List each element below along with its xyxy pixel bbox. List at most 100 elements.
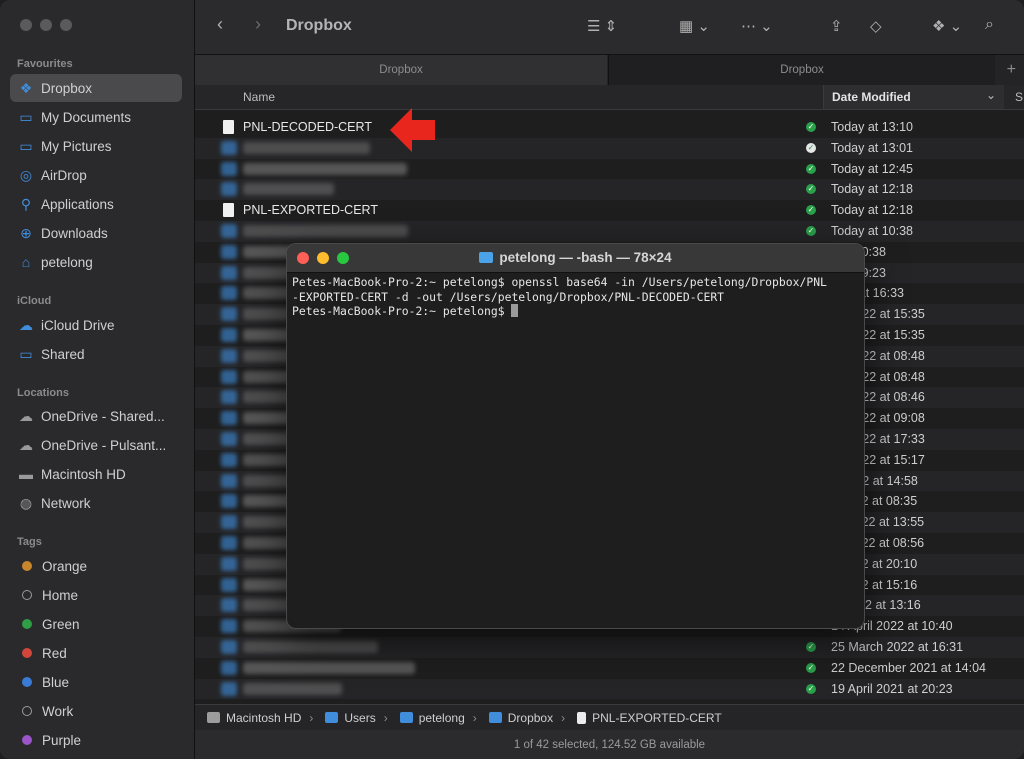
share-icon[interactable]: ⇪ [830,17,843,35]
blurred-file-name [243,162,407,175]
column-size-header[interactable]: S [1015,90,1023,104]
blurred-folder-icon [221,140,237,155]
sidebar-tag-red[interactable]: Red [10,639,182,667]
table-row[interactable]: ✓ 19 April 2021 at 20:23 [195,678,1024,700]
tab-dropbox-1[interactable]: Dropbox [195,55,607,85]
table-row[interactable]: ✓ Today at 13:01 [195,137,1024,159]
sidebar-item-my-documents[interactable]: ▭ My Documents [10,103,182,131]
sidebar-section-icloud: iCloud [17,295,52,307]
back-chevron-icon[interactable]: ‹ [217,14,223,35]
path-segment[interactable]: Users [325,710,376,725]
zoom-window-button[interactable] [60,19,72,31]
forward-chevron-icon[interactable]: › [255,14,261,35]
sidebar-item-icloud-drive[interactable]: ☁ iCloud Drive [10,311,182,339]
column-name-header[interactable]: Name [243,90,275,104]
search-icon[interactable]: ⌕ [985,16,994,34]
home-folder-icon [399,712,413,723]
sidebar-tag-work[interactable]: Work [10,697,182,725]
column-date-modified-header[interactable]: Date Modified ⌄ [823,85,1004,109]
sync-status-check-icon: ✓ [806,683,816,694]
sidebar-item-network[interactable]: ◍ Network [10,489,182,517]
tag-icon[interactable]: ◇ [870,17,882,35]
sync-status-check-icon: ✓ [806,662,816,673]
sidebar-item-shared[interactable]: ▭ Shared [10,340,182,368]
blurred-folder-icon [221,432,237,446]
sidebar-item-applications[interactable]: ⚲ Applications [10,190,182,218]
tab-bar: Dropbox Dropbox + [195,54,1024,86]
list-view-icon[interactable]: ☰ ⇕ [587,17,617,35]
minimize-window-button[interactable] [40,19,52,31]
sync-status-check-icon: ✓ [806,163,816,174]
terminal-output[interactable]: Petes-MacBook-Pro-2:~ petelong$ openssl … [292,275,860,319]
table-row[interactable]: ✓ 22 December 2021 at 14:04 [195,658,1024,679]
sidebar: Favourites ❖ Dropbox ▭ My Documents ▭ My… [0,0,195,759]
blurred-folder-icon [221,619,237,634]
sidebar-item-home[interactable]: ⌂ petelong [10,248,182,276]
sidebar-item-onedrive-pulsant[interactable]: ☁ OneDrive - Pulsant... [10,431,182,459]
document-icon [577,711,587,724]
sidebar-item-my-pictures[interactable]: ▭ My Pictures [10,132,182,160]
sidebar-section-favourites: Favourites [17,58,73,70]
terminal-line: Petes-MacBook-Pro-2:~ petelong$ openssl … [292,275,827,289]
blurred-folder-icon [221,515,237,530]
path-chevron-icon: › [561,710,566,725]
sidebar-tag-home[interactable]: Home [10,581,182,609]
terminal-line: -EXPORTED-CERT -d -out /Users/petelong/D… [292,289,725,304]
path-chevron-icon: › [383,710,388,725]
table-row[interactable]: PNL-EXPORTED-CERT ✓ Today at 12:18 [195,200,1024,221]
path-segment[interactable]: PNL-EXPORTED-CERT [577,711,722,725]
sidebar-item-label: Dropbox [41,80,93,96]
sidebar-item-label: Purple [42,732,82,748]
sidebar-item-airdrop[interactable]: ◎ AirDrop [10,161,182,189]
sidebar-item-label: Shared [41,346,85,362]
table-row[interactable]: ✓ 25 March 2022 at 16:31 [195,637,1024,658]
dropbox-menu-icon[interactable]: ❖ ⌄ [932,17,962,35]
blurred-file-name [243,661,415,674]
table-row[interactable]: ✓ Today at 12:18 [195,179,1024,201]
document-icon [223,203,234,218]
terminal-title-text: petelong — -bash — 78×24 [499,250,672,265]
table-row[interactable]: ✓ Today at 12:45 [195,159,1024,180]
sidebar-tag-purple[interactable]: Purple [10,726,182,754]
sidebar-item-dropbox[interactable]: ❖ Dropbox [10,74,182,102]
terminal-window[interactable]: petelong — -bash — 78×24 Petes-MacBook-P… [286,243,865,629]
sidebar-item-label: OneDrive - Pulsant... [41,437,167,453]
downloads-icon: ⊕ [20,224,32,241]
sidebar-item-label: Network [41,495,91,511]
folder-icon [488,712,502,723]
path-segment[interactable]: Dropbox [488,711,553,725]
terminal-prompt: Petes-MacBook-Pro-2:~ petelong$ [292,304,512,318]
new-tab-plus-icon[interactable]: + [1007,61,1016,79]
table-row[interactable]: PNL-DECODED-CERT ✓ Today at 13:10 [195,117,1024,138]
red-arrow-annotation-icon [390,108,435,152]
home-icon: ⌂ [21,254,31,270]
sidebar-item-macintosh-hd[interactable]: ▬ Macintosh HD [10,460,182,488]
more-actions-icon[interactable]: ⋯ ⌄ [741,17,773,35]
group-view-icon[interactable]: ▦ ⌄ [679,17,710,35]
table-row[interactable]: ✓ Today at 10:38 [195,221,1024,242]
blurred-folder-icon [221,598,237,613]
blurred-file-name [243,682,342,695]
folder-icon [325,712,339,723]
sidebar-item-onedrive-shared[interactable]: ☁ OneDrive - Shared... [10,402,182,430]
file-name: PNL-DECODED-CERT [243,120,372,134]
blurred-file-name [243,141,370,154]
path-segment[interactable]: petelong [399,711,465,725]
sidebar-tag-orange[interactable]: Orange [10,552,182,580]
sidebar-item-downloads[interactable]: ⊕ Downloads [10,219,182,247]
tab-dropbox-2[interactable]: Dropbox [608,55,995,85]
sync-status-check-icon: ✓ [806,642,816,652]
blurred-file-name [243,183,334,196]
path-segment[interactable]: Macintosh HD [207,711,301,725]
path-label: Users [344,710,376,725]
document-icon [223,120,234,134]
cloud-icon: ☁ [19,436,33,453]
close-window-button[interactable] [20,19,32,31]
terminal-titlebar[interactable]: petelong — -bash — 78×24 [287,244,864,273]
sidebar-tag-blue[interactable]: Blue [10,668,182,696]
folder-icon [479,252,494,263]
blurred-folder-icon [221,640,237,654]
date-modified: 25 March 2022 at 16:31 [831,640,964,654]
sidebar-tag-green[interactable]: Green [10,610,182,638]
date-modified: Today at 12:18 [831,182,914,197]
